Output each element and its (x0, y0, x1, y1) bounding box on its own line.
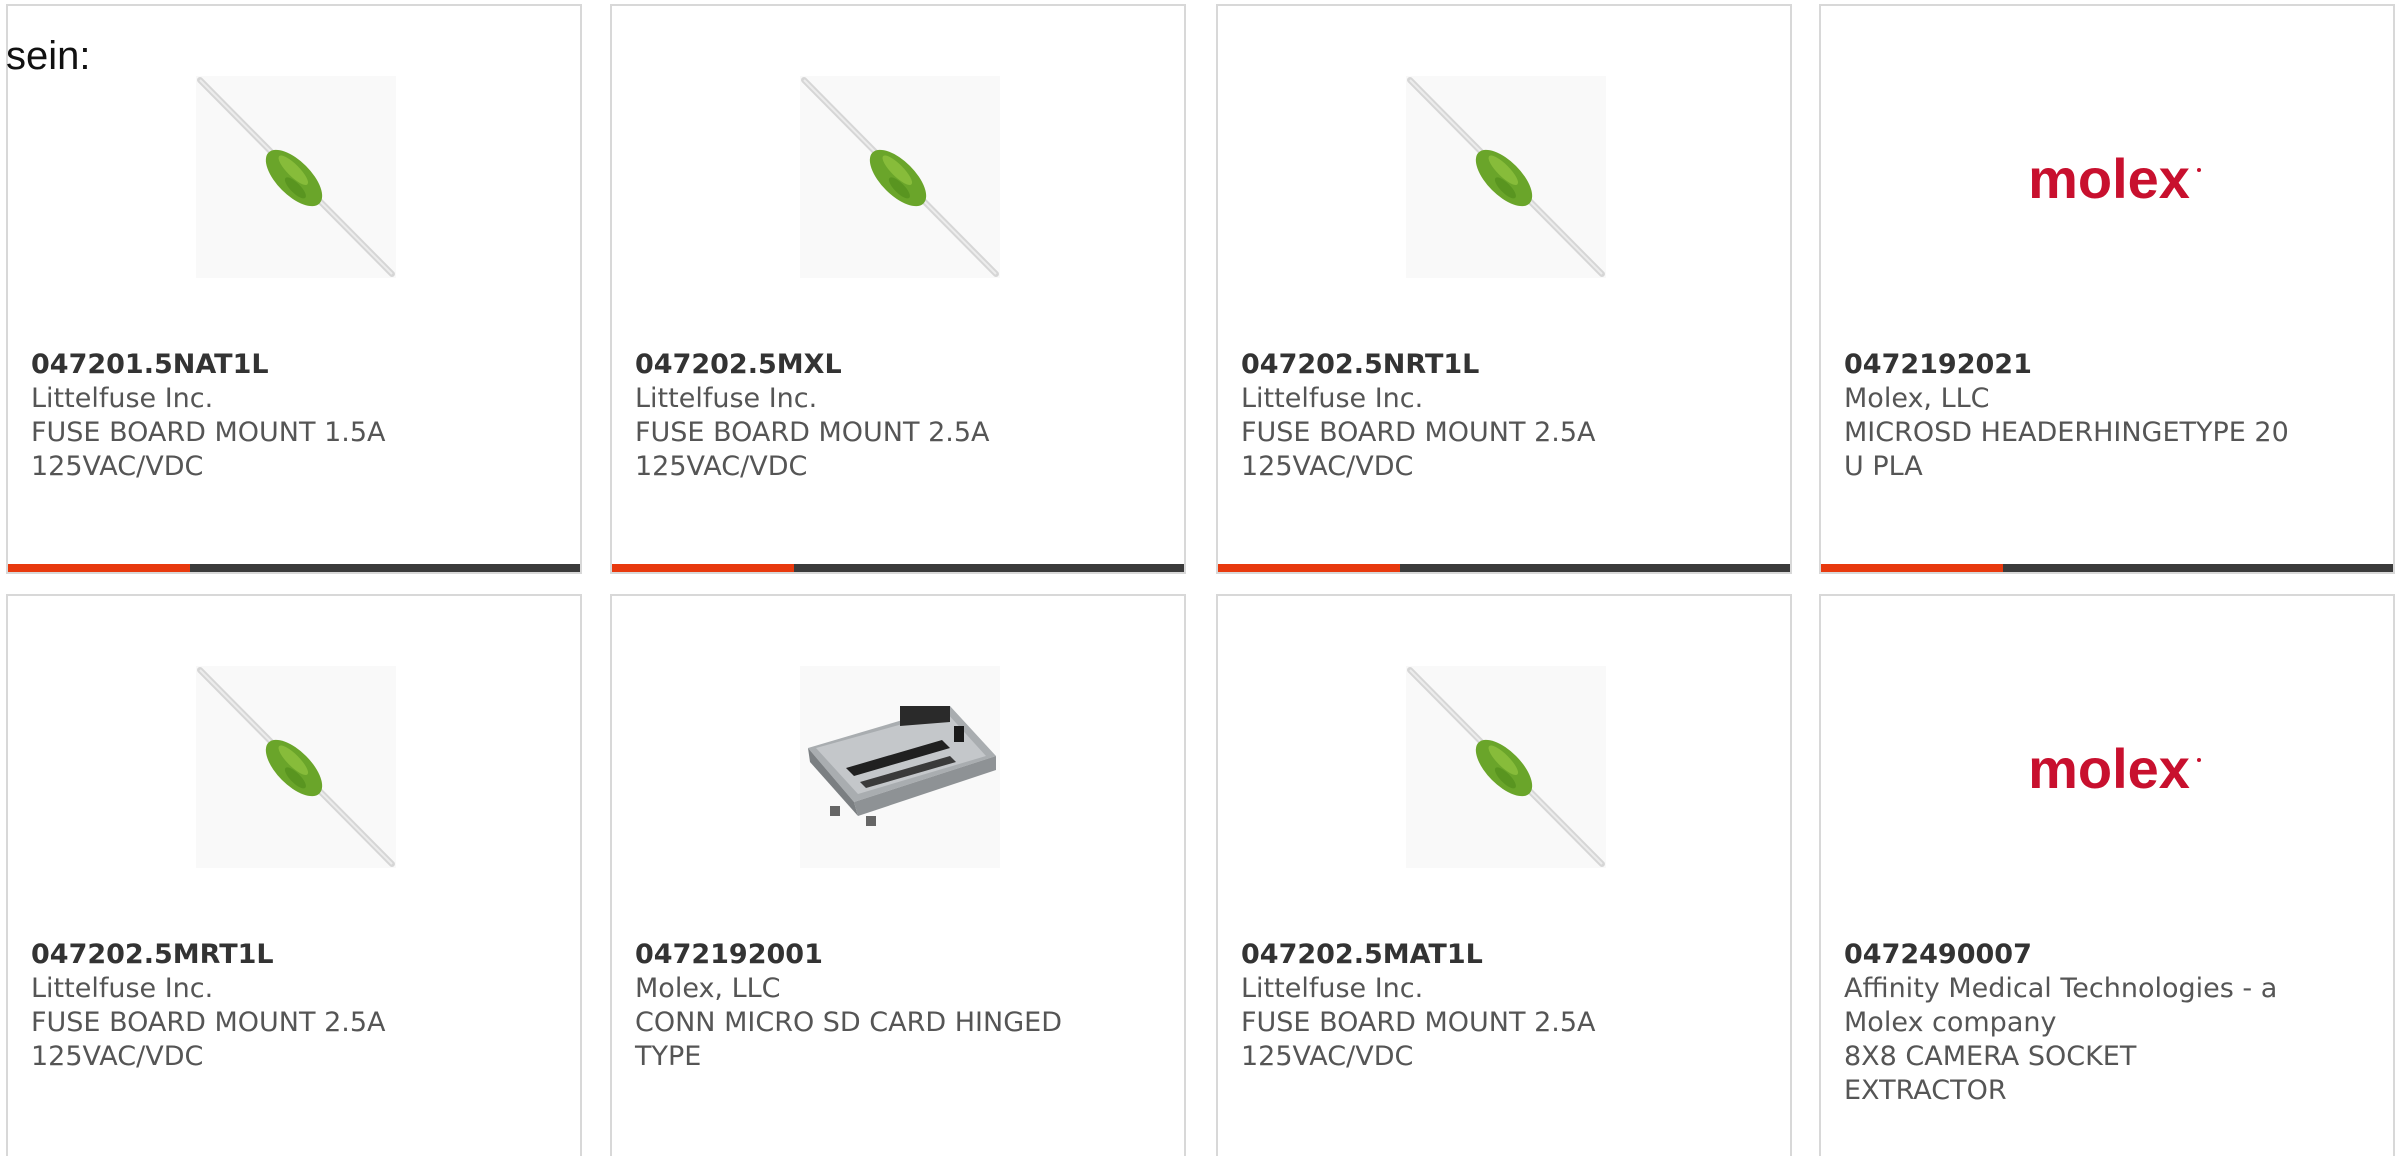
card-bottom-bar (612, 564, 1184, 572)
svg-text:molex: molex (2028, 737, 2190, 800)
description-line1: FUSE BOARD MOUNT 1.5A (31, 417, 386, 448)
molex-logo-image[interactable]: molex (2009, 76, 2209, 278)
description-line2: 125VAC/VDC (1241, 451, 1414, 482)
part-number-link[interactable]: 0472192021 (1844, 348, 2364, 382)
product-card-7[interactable]: 047202.5MAT1L Littelfuse Inc. FUSE BOARD… (1216, 594, 1792, 1156)
part-number-link[interactable]: 047202.5MRT1L (31, 938, 551, 972)
manufacturer-line2: Molex company (1844, 1007, 2057, 1038)
fuse-image[interactable] (196, 666, 396, 868)
part-number-link[interactable]: 047202.5MXL (635, 348, 1155, 382)
sd-card-connector-image[interactable] (800, 666, 1000, 868)
description-line1: FUSE BOARD MOUNT 2.5A (635, 417, 990, 448)
part-number-link[interactable]: 0472490007 (1844, 938, 2364, 972)
description-line2: 125VAC/VDC (31, 1041, 204, 1072)
description-line1: 8X8 CAMERA SOCKET (1844, 1041, 2137, 1072)
product-info: 0472192001 Molex, LLC CONN MICRO SD CARD… (635, 938, 1155, 1074)
manufacturer: Molex, LLC (635, 973, 781, 1004)
product-card-2[interactable]: 047202.5MXL Littelfuse Inc. FUSE BOARD M… (610, 4, 1186, 574)
manufacturer: Molex, LLC (1844, 383, 1990, 414)
description-line2: EXTRACTOR (1844, 1075, 2007, 1106)
product-card-6[interactable]: 0472192001 Molex, LLC CONN MICRO SD CARD… (610, 594, 1186, 1156)
description-line1: FUSE BOARD MOUNT 2.5A (31, 1007, 386, 1038)
card-accent-bar (8, 564, 190, 572)
part-number-link[interactable]: 0472192001 (635, 938, 1155, 972)
product-info: 0472192021 Molex, LLC MICROSD HEADERHING… (1844, 348, 2364, 484)
product-info: 047202.5MXL Littelfuse Inc. FUSE BOARD M… (635, 348, 1155, 484)
description-line1: FUSE BOARD MOUNT 2.5A (1241, 417, 1596, 448)
intro-text: sein: (6, 34, 91, 78)
fuse-image[interactable] (1406, 76, 1606, 278)
fuse-image[interactable] (1406, 666, 1606, 868)
product-grid-page: sein: 047201.5NAT1L Littelfuse Inc. FUSE… (0, 0, 2400, 1156)
description-line2: U PLA (1844, 451, 1923, 482)
product-info: 047202.5NRT1L Littelfuse Inc. FUSE BOARD… (1241, 348, 1761, 484)
product-info: 047201.5NAT1L Littelfuse Inc. FUSE BOARD… (31, 348, 551, 484)
card-accent-bar (1821, 564, 2003, 572)
manufacturer: Littelfuse Inc. (1241, 383, 1424, 414)
part-number-link[interactable]: 047201.5NAT1L (31, 348, 551, 382)
product-card-3[interactable]: 047202.5NRT1L Littelfuse Inc. FUSE BOARD… (1216, 4, 1792, 574)
description-line2: TYPE (635, 1041, 702, 1072)
product-card-4[interactable]: molex 0472192021 Molex, LLC MICROSD HEAD… (1819, 4, 2395, 574)
manufacturer: Affinity Medical Technologies - a (1844, 973, 2278, 1004)
fuse-image[interactable] (800, 76, 1000, 278)
description-line2: 125VAC/VDC (1241, 1041, 1414, 1072)
part-number-link[interactable]: 047202.5NRT1L (1241, 348, 1761, 382)
card-bottom-bar (1821, 564, 2393, 572)
card-accent-bar (1218, 564, 1400, 572)
fuse-image[interactable] (196, 76, 396, 278)
part-number-link[interactable]: 047202.5MAT1L (1241, 938, 1761, 972)
description-line2: 125VAC/VDC (635, 451, 808, 482)
manufacturer: Littelfuse Inc. (635, 383, 818, 414)
product-card-8[interactable]: molex 0472490007 Affinity Medical Techno… (1819, 594, 2395, 1156)
description-line1: CONN MICRO SD CARD HINGED (635, 1007, 1062, 1038)
card-bottom-bar (1218, 564, 1790, 572)
molex-logo-image[interactable]: molex (2009, 666, 2209, 868)
product-card-1[interactable]: 047201.5NAT1L Littelfuse Inc. FUSE BOARD… (6, 4, 582, 574)
manufacturer: Littelfuse Inc. (31, 383, 214, 414)
description-line1: FUSE BOARD MOUNT 2.5A (1241, 1007, 1596, 1038)
svg-text:molex: molex (2028, 147, 2190, 210)
card-accent-bar (612, 564, 794, 572)
product-info: 047202.5MAT1L Littelfuse Inc. FUSE BOARD… (1241, 938, 1761, 1074)
description-line1: MICROSD HEADERHINGETYPE 20 (1844, 417, 2289, 448)
product-card-5[interactable]: 047202.5MRT1L Littelfuse Inc. FUSE BOARD… (6, 594, 582, 1156)
manufacturer: Littelfuse Inc. (31, 973, 214, 1004)
manufacturer: Littelfuse Inc. (1241, 973, 1424, 1004)
product-info: 047202.5MRT1L Littelfuse Inc. FUSE BOARD… (31, 938, 551, 1074)
description-line2: 125VAC/VDC (31, 451, 204, 482)
product-info: 0472490007 Affinity Medical Technologies… (1844, 938, 2364, 1108)
card-bottom-bar (8, 564, 580, 572)
